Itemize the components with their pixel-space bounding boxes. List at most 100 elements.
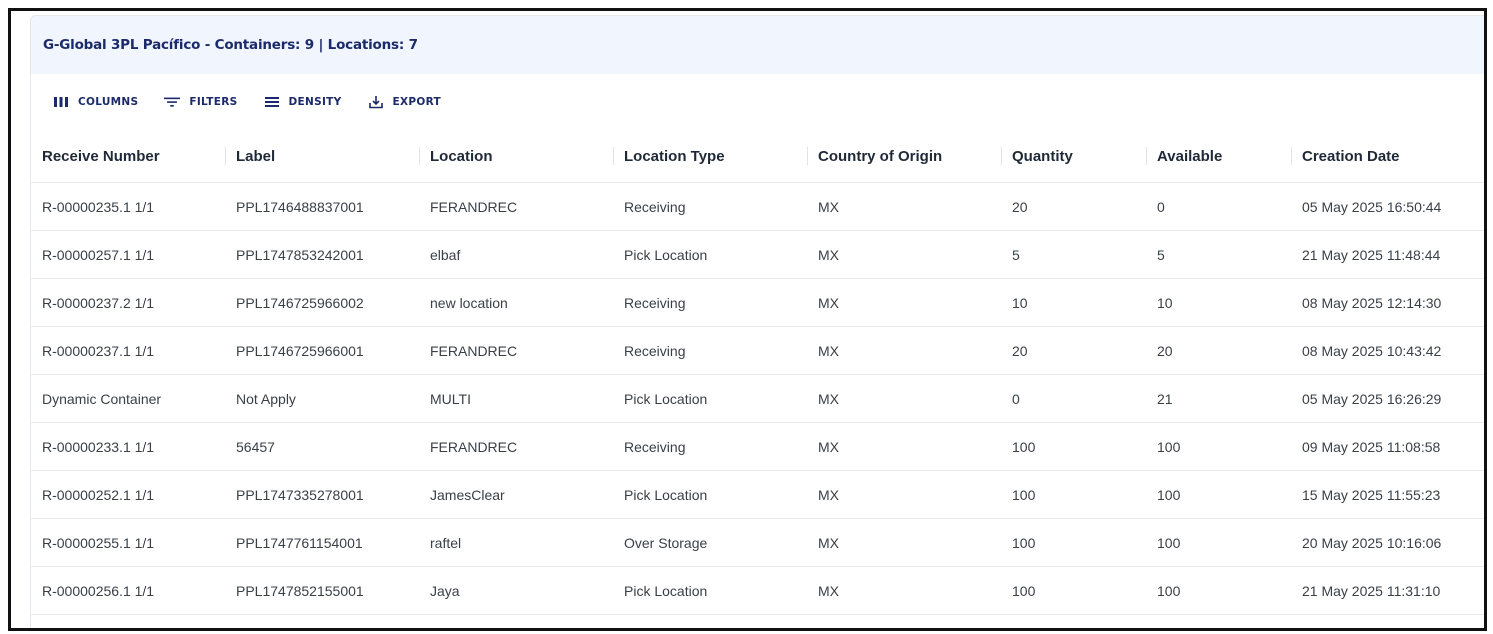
cell-receive-number: R-00000257.1 1/1 [31, 230, 225, 279]
table-row[interactable]: R-00000235.1 1/1 PPL1746488837001 FERANDRE… [31, 182, 1484, 231]
table-row[interactable]: R-00000252.1 1/1 PPL1747335278001 JamesCle… [31, 470, 1484, 519]
density-label: DENSITY [288, 96, 342, 108]
cell-receive-number: R-00000233.1 1/1 [31, 422, 225, 471]
cell-location: new location [419, 278, 613, 327]
cell-creation-date: 09 May 2025 11:08:58 [1291, 422, 1484, 471]
column-header-label: Creation Date [1302, 147, 1400, 165]
cell-receive-number: R-00000237.1 1/1 [31, 326, 225, 375]
cell-creation-date: 08 May 2025 10:43:42 [1291, 326, 1484, 375]
table-row[interactable]: Dynamic Container Not Apply MULTI Pick Loca… [31, 374, 1484, 423]
cell-location-type: Receiving [613, 182, 807, 231]
cell-label: PPL1746725966001 [225, 326, 419, 375]
columns-label: COLUMNS [78, 96, 139, 108]
column-separator[interactable] [419, 147, 420, 165]
cell-country-of-origin: MX [807, 278, 1001, 327]
column-separator[interactable] [613, 147, 614, 165]
cell-location: FERANDREC [419, 326, 613, 375]
cell-available: 100 [1146, 470, 1291, 519]
cell-location-type: Receiving [613, 278, 807, 327]
filters-label: FILTERS [189, 96, 238, 108]
column-header-receive-number[interactable]: Receive Number [31, 130, 225, 183]
filter-icon [164, 94, 181, 110]
export-button[interactable]: EXPORT [368, 94, 441, 110]
filters-button[interactable]: FILTERS [164, 94, 237, 110]
columns-button[interactable]: COLUMNS [53, 94, 138, 110]
cell-creation-date: 15 May 2025 11:55:23 [1291, 470, 1484, 519]
cell-country-of-origin: MX [807, 182, 1001, 231]
cell-quantity: 5 [1001, 230, 1146, 279]
cell-label: Not Apply [225, 374, 419, 423]
cell-quantity: 20 [1001, 182, 1146, 231]
cell-receive-number: R-00000256.1 1/1 [31, 566, 225, 615]
column-header-country-of-origin[interactable]: Country of Origin [807, 130, 1001, 183]
cell-location: raftel [419, 518, 613, 567]
column-header-available[interactable]: Available [1146, 130, 1291, 183]
cell-receive-number: R-00000252.1 1/1 [31, 470, 225, 519]
column-separator[interactable] [1291, 147, 1292, 165]
cell-creation-date: 20 May 2025 10:16:06 [1291, 518, 1484, 567]
cell-location-type: Pick Location [613, 374, 807, 423]
column-header-location[interactable]: Location [419, 130, 613, 183]
cell-available: 10 [1146, 278, 1291, 327]
cell-location-type: Receiving [613, 422, 807, 471]
cell-location-type: Receiving [613, 326, 807, 375]
density-button[interactable]: DENSITY [264, 94, 342, 110]
cell-quantity: 100 [1001, 422, 1146, 471]
cell-quantity: 100 [1001, 470, 1146, 519]
cell-location-type: Pick Location [613, 470, 807, 519]
table-row[interactable]: R-00000233.1 1/1 56457 FERANDREC Receiving M… [31, 422, 1484, 471]
cell-quantity: 10 [1001, 278, 1146, 327]
cell-available: 100 [1146, 518, 1291, 567]
column-header-label[interactable]: Label [225, 130, 419, 183]
column-header-location-type[interactable]: Location Type [613, 130, 807, 183]
cell-country-of-origin: MX [807, 374, 1001, 423]
grid-toolbar: COLUMNS FILTERS DENSITY EXPORT [31, 74, 1484, 130]
column-header-quantity[interactable]: Quantity [1001, 130, 1146, 183]
cell-country-of-origin: MX [807, 470, 1001, 519]
cell-receive-number: R-00000235.1 1/1 [31, 182, 225, 231]
grid-header: G-Global 3PL Pacífico - Containers: 9 | … [31, 16, 1484, 74]
table-row[interactable]: R-00000237.2 1/1 PPL1746725966002 new loca… [31, 278, 1484, 327]
cell-label: PPL1746488837001 [225, 182, 419, 231]
cell-location: FERANDREC [419, 182, 613, 231]
cell-label: PPL1747852155001 [225, 566, 419, 615]
cell-location-type: Pick Location [613, 230, 807, 279]
cell-available: 20 [1146, 326, 1291, 375]
cell-country-of-origin: MX [807, 422, 1001, 471]
cell-label: PPL1746725966002 [225, 278, 419, 327]
cell-receive-number: R-00000255.1 1/1 [31, 518, 225, 567]
column-separator[interactable] [225, 147, 226, 165]
column-header-creation-date[interactable]: Creation Date [1291, 130, 1484, 183]
cell-available: 5 [1146, 230, 1291, 279]
table-row[interactable]: R-00000255.1 1/1 PPL1747761154001 raftel Ov… [31, 518, 1484, 567]
cell-label: PPL1747853242001 [225, 230, 419, 279]
cell-creation-date: 21 May 2025 11:48:44 [1291, 230, 1484, 279]
column-header-label: Receive Number [42, 147, 160, 165]
cell-available: 100 [1146, 566, 1291, 615]
cell-quantity: 100 [1001, 518, 1146, 567]
column-header-label: Location [430, 147, 493, 165]
column-header-label: Label [236, 147, 276, 165]
table-body: R-00000235.1 1/1 PPL1746488837001 FERANDRE… [31, 182, 1484, 615]
app-window: G-Global 3PL Pacífico - Containers: 9 | … [8, 8, 1487, 631]
column-separator[interactable] [807, 147, 808, 165]
export-icon [368, 94, 384, 110]
cell-location: Jaya [419, 566, 613, 615]
cell-creation-date: 08 May 2025 12:14:30 [1291, 278, 1484, 327]
table-row[interactable]: R-00000237.1 1/1 PPL1746725966001 FERANDRE… [31, 326, 1484, 375]
cell-available: 100 [1146, 422, 1291, 471]
table-row[interactable]: R-00000256.1 1/1 PPL1747852155001 Jaya Pick… [31, 566, 1484, 615]
cell-quantity: 20 [1001, 326, 1146, 375]
cell-available: 0 [1146, 182, 1291, 231]
column-separator[interactable] [1001, 147, 1002, 165]
columns-icon [53, 94, 69, 110]
table-header-row: Receive Number Label Location Location Type… [31, 130, 1484, 183]
cell-quantity: 100 [1001, 566, 1146, 615]
cell-creation-date: 21 May 2025 11:31:10 [1291, 566, 1484, 615]
column-header-label: Country of Origin [818, 147, 943, 165]
cell-label: PPL1747761154001 [225, 518, 419, 567]
density-icon [264, 94, 280, 110]
cell-location-type: Over Storage [613, 518, 807, 567]
table-row[interactable]: R-00000257.1 1/1 PPL1747853242001 elbaf Pic… [31, 230, 1484, 279]
column-separator[interactable] [1146, 147, 1147, 165]
